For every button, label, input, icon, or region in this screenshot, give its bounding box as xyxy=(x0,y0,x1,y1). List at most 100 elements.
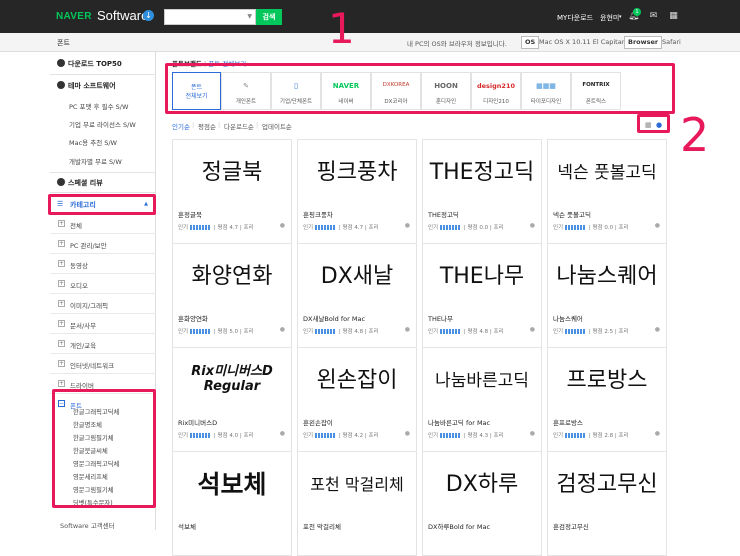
font-card[interactable]: THE정고딕 THE정고딕 인기 | 평점 0.0 | 프리 ● xyxy=(422,139,542,244)
font-name[interactable]: 훈왼손잡이 xyxy=(303,417,333,427)
font-preview[interactable]: 석보체 xyxy=(173,452,291,518)
font-card[interactable]: Rix미니버스D Regular Rix미니버스D 인기 | 평점 4.0 | 프리… xyxy=(172,347,292,452)
font-name[interactable]: 훈정글북 xyxy=(178,209,202,219)
sidebar-theme-item[interactable]: PC 포맷 후 필수 S/W xyxy=(69,101,128,111)
font-preview[interactable]: THE정고딕 xyxy=(423,140,541,206)
font-name[interactable]: THE나무 xyxy=(428,313,453,323)
font-name[interactable]: 나눔바른고딕 for Mac xyxy=(428,417,490,427)
browser-label: Browser xyxy=(624,36,663,49)
category-item[interactable]: + 동영상 xyxy=(50,254,156,274)
customer-center-link[interactable]: Software 고객센터 xyxy=(60,520,115,530)
popularity-label: 인기 xyxy=(428,225,439,231)
section-title: 폰트 xyxy=(57,39,70,47)
apple-icon: ● xyxy=(279,430,285,437)
font-name[interactable]: 훈프로방스 xyxy=(553,417,583,427)
category-item[interactable]: + 이미지/그래픽 xyxy=(50,294,156,314)
popularity-bar xyxy=(315,433,336,438)
font-card[interactable]: DX새날 DX새날Bold for Mac 인기 | 평점 4.8 | 프리 ● xyxy=(297,243,417,348)
font-preview[interactable]: THE나무 xyxy=(423,244,541,310)
font-name[interactable]: DX새날Bold for Mac xyxy=(303,313,365,323)
font-preview[interactable]: 나눔스퀘어 xyxy=(548,244,666,310)
chevron-down-icon[interactable]: ▾ xyxy=(619,14,622,20)
my-download-link[interactable]: MY다운로드 xyxy=(557,13,593,23)
font-name[interactable]: Rix미니버스D xyxy=(178,417,217,427)
sidebar-theme-item[interactable]: Mac용 추천 S/W xyxy=(69,137,117,147)
sidebar-item-theme[interactable]: 테마 소프트웨어 xyxy=(57,81,116,91)
annotation-box-brand-tabs xyxy=(165,63,675,114)
category-item[interactable]: + 개인/교육 xyxy=(50,334,156,354)
font-name[interactable]: 넥슨 풋볼고딕 xyxy=(553,209,591,219)
category-item[interactable]: + PC 관리/보안 xyxy=(50,234,156,254)
sidebar-theme-item[interactable]: 기업 무료 라이선스 S/W xyxy=(69,119,136,129)
font-preview[interactable]: Rix미니버스D Regular xyxy=(173,348,291,414)
search-box[interactable]: ▼ xyxy=(164,9,256,25)
font-name[interactable]: 훈화양연화 xyxy=(178,313,208,323)
rating-label: 평점 2.8 xyxy=(592,433,614,439)
apple-icon: ● xyxy=(654,326,660,333)
font-card[interactable]: 프로방스 훈프로방스 인기 | 평점 2.8 | 프리 ● xyxy=(547,347,667,452)
sidebar-theme-item[interactable]: 개발자별 무료 S/W xyxy=(69,156,122,166)
font-card[interactable]: 정글북 훈정글북 인기 | 평점 4.7 | 프리 ● xyxy=(172,139,292,244)
font-preview[interactable]: 핑크풍차 xyxy=(298,140,416,206)
review-icon xyxy=(57,178,65,186)
font-card[interactable]: 넥슨 풋볼고딕 넥슨 풋볼고딕 인기 | 평점 0.0 | 프리 ● xyxy=(547,139,667,244)
font-meta: 인기 | 평점 0.0 | 프리 xyxy=(428,225,504,231)
font-preview[interactable]: DX새날 xyxy=(298,244,416,310)
popularity-label: 인기 xyxy=(428,329,439,335)
font-preview[interactable]: 프로방스 xyxy=(548,348,666,414)
popularity-bar xyxy=(440,433,461,438)
font-card[interactable]: 화양연화 훈화양연화 인기 | 평점 5.0 | 프리 ● xyxy=(172,243,292,348)
category-item[interactable]: + 문서/사무 xyxy=(50,314,156,334)
category-item[interactable]: + 오디오 xyxy=(50,274,156,294)
font-card[interactable]: 검정고무신 훈검정고무신 xyxy=(547,451,667,556)
sort-popular[interactable]: 인기순 xyxy=(172,121,190,131)
font-preview[interactable]: 화양연화 xyxy=(173,244,291,310)
apple-icon: ● xyxy=(404,222,410,229)
sort-rating[interactable]: 평점순 xyxy=(198,121,216,131)
font-card[interactable]: 나눔스퀘어 나눔스퀘어 인기 | 평점 2.5 | 프리 ● xyxy=(547,243,667,348)
font-preview[interactable]: 포천 막걸리체 xyxy=(298,452,416,518)
font-meta: 인기 | 평점 4.7 | 프리 xyxy=(178,225,254,231)
category-item[interactable]: + 전체 xyxy=(50,214,156,234)
font-preview[interactable]: 넥슨 풋볼고딕 xyxy=(548,140,666,206)
font-card[interactable]: 석보체 석보체 xyxy=(172,451,292,556)
font-card[interactable]: 핑크풍차 훈핑크풍차 인기 | 평점 4.7 | 프리 ● xyxy=(297,139,417,244)
popularity-label: 인기 xyxy=(178,433,189,439)
font-card[interactable]: THE나무 THE나무 인기 | 평점 4.8 | 프리 ● xyxy=(422,243,542,348)
search-button[interactable]: 검색 xyxy=(256,9,282,25)
apple-icon: ● xyxy=(654,430,660,437)
license-label: 프리 xyxy=(618,329,629,335)
rating-label: 평점 0.0 xyxy=(467,225,489,231)
sidebar-item-top50[interactable]: 다운로드 TOP50 xyxy=(57,59,122,69)
browser-value: Safari xyxy=(662,38,681,46)
license-label: 프리 xyxy=(493,329,504,335)
font-preview[interactable]: 검정고무신 xyxy=(548,452,666,518)
software-logo[interactable]: Software xyxy=(97,8,148,23)
font-card[interactable]: 포천 막걸리체 포천 막걸리체 xyxy=(297,451,417,556)
popularity-bar xyxy=(315,225,336,230)
font-preview[interactable]: DX하루 xyxy=(423,452,541,518)
font-preview[interactable]: 나눔바른고딕 xyxy=(423,348,541,414)
font-card[interactable]: 나눔바른고딕 나눔바른고딕 for Mac 인기 | 평점 4.3 | 프리 ● xyxy=(422,347,542,452)
font-name[interactable]: 나눔스퀘어 xyxy=(553,313,583,323)
sidebar-item-review[interactable]: 스페셜 리뷰 xyxy=(57,178,103,188)
popularity-label: 인기 xyxy=(303,329,314,335)
license-label: 프리 xyxy=(368,225,379,231)
sort-downloads[interactable]: 다운로드순 xyxy=(224,121,254,131)
font-name[interactable]: 훈핑크풍차 xyxy=(303,209,333,219)
font-card[interactable]: 왼손잡이 훈왼손잡이 인기 | 평점 4.2 | 프리 ● xyxy=(297,347,417,452)
grid-menu-icon[interactable]: ▦ xyxy=(668,11,679,21)
sort-updated[interactable]: 업데이트순 xyxy=(262,121,292,131)
popularity-bar xyxy=(565,433,586,438)
font-card[interactable]: DX하루 DX하루Bold for Mac xyxy=(422,451,542,556)
font-preview[interactable]: 정글북 xyxy=(173,140,291,206)
naver-logo[interactable]: NAVER xyxy=(56,11,92,22)
font-preview[interactable]: 왼손잡이 xyxy=(298,348,416,414)
category-item[interactable]: + 인터넷/네트워크 xyxy=(50,354,156,374)
mail-icon[interactable]: ✉ xyxy=(648,11,659,21)
font-name[interactable]: THE정고딕 xyxy=(428,209,459,219)
user-menu[interactable]: 윤현미 xyxy=(600,13,619,23)
rating-label: 평점 4.8 xyxy=(467,329,489,335)
search-input[interactable] xyxy=(165,10,245,24)
chevron-down-icon[interactable]: ▼ xyxy=(247,13,252,20)
